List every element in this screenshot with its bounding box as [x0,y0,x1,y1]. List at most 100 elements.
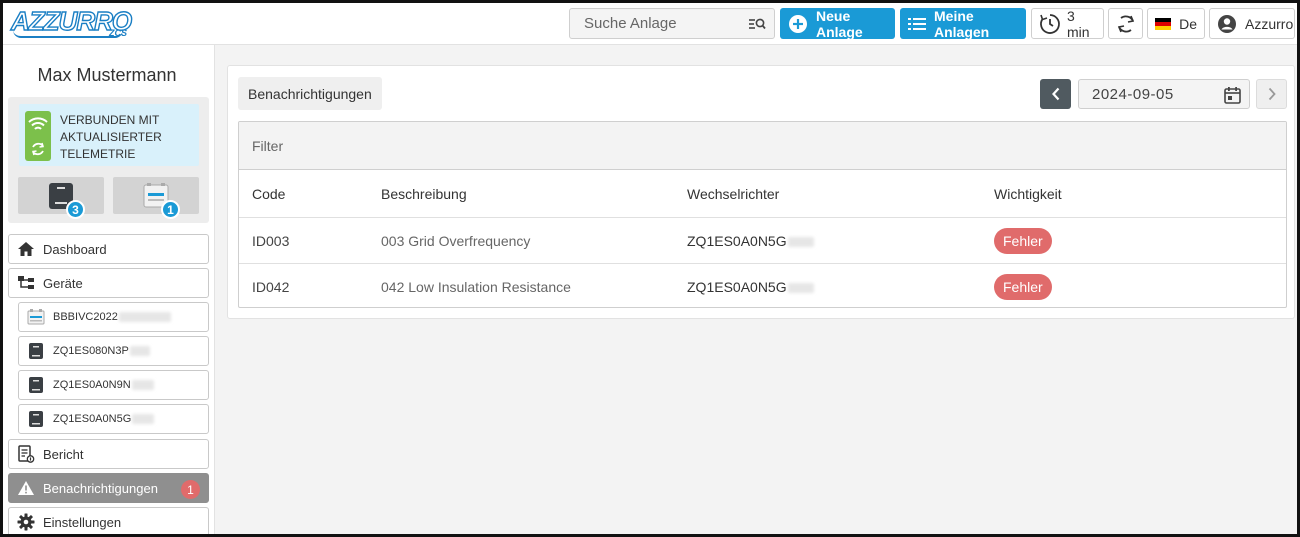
language-label: De [1179,15,1197,32]
azzurro-logo[interactable]: AZZURRO ZCS [10,5,133,40]
user-avatar-icon [1217,14,1237,34]
row-inverter: ZQ1ES0A0N5G [687,233,814,249]
plus-circle-icon [788,14,808,34]
search-filter-icon[interactable] [748,16,766,37]
nav-device-inverter-1-label: ZQ1ES080N3P [53,345,129,357]
nav-device-inverter-3[interactable]: ZQ1ES0A0N5G [18,404,209,434]
status-panel: VERBUNDEN MIT AKTUALISIERTER TELEMETRIE … [8,97,209,223]
connection-status-line-2: AKTUALISIERTER [60,130,162,144]
redacted-serial [787,283,814,294]
refresh-interval-label: 3 min [1067,7,1090,40]
notifications-count-badge: 1 [181,480,200,499]
column-header-severity[interactable]: Wichtigkeit [994,186,1062,202]
nav-report-label: Bericht [43,446,84,462]
table-header-row: Code Beschreibung Wechselrichter Wichtig… [239,170,1286,218]
inverter-icon [19,376,53,394]
inverter-count-badge: 3 [66,200,85,219]
refresh-interval-button[interactable]: 3 min [1031,7,1104,40]
devices-tree-icon [9,275,43,291]
row-inverter-serial: ZQ1ES0A0N5G [687,279,787,295]
nav-device-datalogger[interactable]: BBBIVC2022 [18,302,209,332]
nav-notifications[interactable]: Benachrichtigungen 1 [8,473,209,503]
sidebar: Max Mustermann VERBUNDEN MIT AKTUALISIER… [3,45,215,534]
chevron-right-icon [1267,87,1277,101]
datalogger-icon [19,308,53,326]
datalogger-count-badge: 1 [161,200,180,219]
logo-swoosh [13,30,123,38]
date-picker[interactable]: 2024-09-05 [1078,79,1250,109]
date-value: 2024-09-05 [1092,85,1174,103]
search-box [569,8,775,39]
gear-icon [9,513,43,531]
wifi-sync-badge [25,111,51,161]
report-icon [9,445,43,463]
refresh-icon [1115,13,1137,35]
inverter-icon [19,342,53,360]
redacted-serial [129,346,150,356]
row-code: ID042 [252,279,290,295]
nav-notifications-label: Benachrichtigungen [43,480,158,496]
severity-badge: Fehler [994,227,1052,254]
new-plant-button[interactable]: Neue Anlage [780,7,895,40]
logo-sub: ZCS [109,28,127,38]
row-inverter: ZQ1ES0A0N5G [687,279,814,295]
page-title: Benachrichtigungen [238,77,382,110]
connection-status-box: VERBUNDEN MIT AKTUALISIERTER TELEMETRIE [19,104,199,166]
connection-status-line-3: TELEMETRIE [60,147,136,161]
dataloggers-button[interactable]: 1 [113,177,199,219]
sync-icon [30,141,46,157]
my-plants-label: Meine Anlagen [934,7,990,40]
nav-settings[interactable]: Einstellungen [8,507,209,534]
column-header-code[interactable]: Code [252,186,285,202]
calendar-icon[interactable] [1224,86,1241,108]
row-inverter-serial: ZQ1ES0A0N5G [687,232,787,249]
severity-badge: Fehler [994,274,1052,300]
table-row[interactable]: ID003 003 Grid Overfrequency ZQ1ES0A0N5G… [239,218,1286,264]
row-description: 003 Grid Overfrequency [381,232,531,249]
chevron-left-icon [1051,87,1061,101]
warning-icon [9,480,43,496]
language-button[interactable]: De [1147,8,1205,39]
row-code: ID003 [252,232,290,249]
notifications-card: Benachrichtigungen 2024-09-05 Filter Cod… [227,65,1295,319]
refresh-button[interactable] [1108,8,1143,39]
connection-status-text: VERBUNDEN MIT AKTUALISIERTER TELEMETRIE [60,112,162,163]
table-row[interactable]: ID042 042 Low Insulation Resistance ZQ1E… [239,264,1286,307]
inverter-icon [19,410,53,428]
nav-device-datalogger-label: BBBIVC2022 [53,311,118,323]
nav-report[interactable]: Bericht [8,439,209,469]
row-severity: Fehler [994,227,1052,254]
redacted-serial [118,312,171,322]
user-menu-button[interactable]: Azzurro [1209,8,1295,39]
search-input[interactable] [570,15,740,32]
nav-settings-label: Einstellungen [43,514,122,530]
timer-icon [1039,13,1061,35]
nav-device-inverter-2-label: ZQ1ES0A0N9N [53,379,131,391]
column-header-inverter[interactable]: Wechselrichter [687,186,779,202]
redacted-serial [132,414,155,424]
user-name: Max Mustermann [37,65,177,85]
nav-device-inverter-1[interactable]: ZQ1ES080N3P [18,336,209,366]
row-description: 042 Low Insulation Resistance [381,279,571,295]
redacted-serial [787,236,814,247]
column-header-description[interactable]: Beschreibung [381,186,467,202]
table-filter[interactable]: Filter [239,122,1286,170]
nav-dashboard[interactable]: Dashboard [8,234,209,264]
nav-device-inverter-3-label: ZQ1ES0A0N5G [53,413,132,425]
notifications-table: Filter Code Beschreibung Wechselrichter … [238,121,1287,308]
nav-dashboard-label: Dashboard [43,241,107,257]
inverters-button[interactable]: 3 [18,177,104,219]
filter-placeholder: Filter [252,137,284,154]
next-day-button[interactable] [1256,79,1287,109]
nav-devices-label: Geräte [43,275,83,291]
app-frame: AZZURRO ZCS Suche Anlage Neue Anlage Mei… [0,0,1300,537]
german-flag-icon [1155,17,1172,30]
list-icon [908,17,926,31]
nav-device-inverter-2[interactable]: ZQ1ES0A0N9N [18,370,209,400]
row-severity: Fehler [994,274,1052,300]
my-plants-button[interactable]: Meine Anlagen [900,7,1026,40]
wifi-icon [28,116,48,132]
nav-devices[interactable]: Geräte [8,268,209,298]
new-plant-label: Neue Anlage [816,7,863,40]
previous-day-button[interactable] [1040,79,1071,109]
